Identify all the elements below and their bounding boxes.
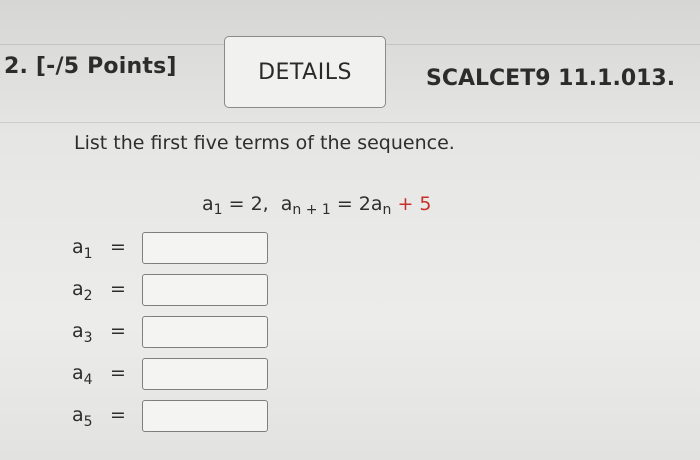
question-page: 2. [-/5 Points] DETAILS SCALCET9 11.1.01… <box>0 0 700 460</box>
answer-row-a5: a5 = <box>72 398 312 434</box>
formula-eq: = 2a <box>330 193 383 215</box>
question-number: 2. [-/5 Points] <box>4 54 177 79</box>
problem-code: SCALCET9 11.1.013. <box>426 66 676 91</box>
answer-input-a4[interactable] <box>142 358 268 390</box>
formula-an1-var: a <box>280 193 293 215</box>
answer-label: a2 <box>72 278 93 304</box>
header-divider <box>0 122 700 123</box>
answer-row-a3: a3 = <box>72 314 312 350</box>
question-prompt: List the first five terms of the sequenc… <box>74 132 455 154</box>
equals-sign: = <box>110 362 126 384</box>
answer-label: a4 <box>72 362 93 388</box>
answer-label: a3 <box>72 320 93 346</box>
answer-input-a3[interactable] <box>142 316 268 348</box>
formula-a1-var: a <box>202 193 214 215</box>
answer-label: a5 <box>72 404 93 430</box>
answer-input-a1[interactable] <box>142 232 268 264</box>
equals-sign: = <box>110 278 126 300</box>
answer-input-a2[interactable] <box>142 274 268 306</box>
details-button[interactable]: DETAILS <box>224 36 386 108</box>
formula-plus5: + 5 <box>391 193 432 215</box>
answer-row-a1: a1 = <box>72 230 312 266</box>
equals-sign: = <box>110 320 126 342</box>
formula-a1-rest: = 2, <box>222 193 269 215</box>
formula-an1-sub: n + 1 <box>292 202 331 218</box>
recurrence-formula: a1 = 2, an + 1 = 2an + 5 <box>202 193 432 218</box>
answer-label: a1 <box>72 236 93 262</box>
equals-sign: = <box>110 236 126 258</box>
answer-input-a5[interactable] <box>142 400 268 432</box>
answer-row-a4: a4 = <box>72 356 312 392</box>
equals-sign: = <box>110 404 126 426</box>
answer-row-a2: a2 = <box>72 272 312 308</box>
question-header: 2. [-/5 Points] DETAILS SCALCET9 11.1.01… <box>0 36 700 116</box>
formula-a1-sub: 1 <box>213 202 223 218</box>
formula-an-sub: n <box>382 202 392 218</box>
